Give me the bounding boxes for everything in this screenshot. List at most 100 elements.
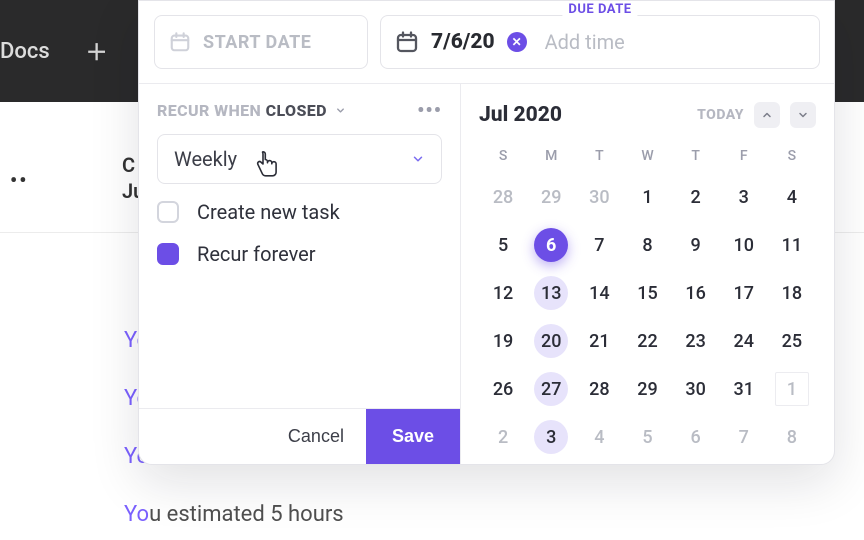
calendar-day-number[interactable]: 27 (534, 372, 568, 406)
calendar-day-cell[interactable]: 4 (768, 178, 816, 216)
calendar-day-cell[interactable]: 2 (479, 418, 527, 456)
calendar-day-cell[interactable]: 16 (672, 274, 720, 312)
checkbox-unchecked-icon[interactable] (157, 201, 179, 223)
docs-tab[interactable]: Docs (0, 29, 68, 74)
calendar-day-number[interactable]: 11 (775, 228, 809, 262)
calendar-day-cell[interactable]: 28 (575, 370, 623, 408)
calendar-day-cell[interactable]: 29 (527, 178, 575, 216)
plus-icon[interactable]: ＋ (86, 35, 108, 67)
calendar-day-number[interactable]: 30 (582, 180, 616, 214)
calendar-day-number[interactable]: 12 (486, 276, 520, 310)
calendar-day-cell[interactable]: 8 (623, 226, 671, 264)
calendar-day-cell[interactable]: 28 (479, 178, 527, 216)
prev-month-button[interactable] (754, 102, 780, 128)
calendar-day-cell[interactable]: 7 (575, 226, 623, 264)
calendar-day-cell[interactable]: 17 (720, 274, 768, 312)
calendar-day-number[interactable]: 24 (727, 324, 761, 358)
next-month-button[interactable] (790, 102, 816, 128)
checkbox-checked-icon[interactable] (157, 243, 179, 265)
calendar-day-number[interactable]: 4 (582, 420, 616, 454)
calendar-day-number[interactable]: 21 (582, 324, 616, 358)
recur-when-label[interactable]: RECUR WHEN CLOSED (157, 101, 346, 120)
calendar-day-cell[interactable]: 25 (768, 322, 816, 360)
add-time-button[interactable]: Add time (545, 30, 625, 54)
calendar-day-number[interactable]: 9 (679, 228, 713, 262)
calendar-day-cell[interactable]: 21 (575, 322, 623, 360)
calendar-day-number[interactable]: 2 (679, 180, 713, 214)
today-button[interactable]: TODAY (697, 107, 744, 123)
calendar-day-number[interactable]: 4 (775, 180, 809, 214)
calendar-day-number[interactable]: 5 (630, 420, 664, 454)
calendar-day-cell[interactable]: 6 (527, 226, 575, 264)
calendar-day-number[interactable]: 18 (775, 276, 809, 310)
start-date-input[interactable]: START DATE (154, 15, 368, 69)
create-new-task-option[interactable]: Create new task (157, 200, 442, 224)
calendar-day-number[interactable]: 8 (630, 228, 664, 262)
recur-forever-option[interactable]: Recur forever (157, 242, 442, 266)
calendar-day-cell[interactable]: 10 (720, 226, 768, 264)
calendar-day-number[interactable]: 16 (679, 276, 713, 310)
calendar-day-cell[interactable]: 24 (720, 322, 768, 360)
cancel-button[interactable]: Cancel (266, 409, 366, 464)
calendar-day-cell[interactable]: 8 (768, 418, 816, 456)
calendar-day-number[interactable]: 7 (582, 228, 616, 262)
calendar-day-cell[interactable]: 7 (720, 418, 768, 456)
calendar-day-number[interactable]: 6 (534, 228, 568, 262)
calendar-day-cell[interactable]: 5 (623, 418, 671, 456)
calendar-day-number[interactable]: 28 (486, 180, 520, 214)
calendar-day-cell[interactable]: 13 (527, 274, 575, 312)
calendar-day-number[interactable]: 29 (630, 372, 664, 406)
calendar-day-number[interactable]: 31 (727, 372, 761, 406)
calendar-day-cell[interactable]: 18 (768, 274, 816, 312)
calendar-day-cell[interactable]: 11 (768, 226, 816, 264)
calendar-day-cell[interactable]: 19 (479, 322, 527, 360)
more-options-icon[interactable]: ••• (417, 98, 442, 122)
calendar-day-cell[interactable]: 26 (479, 370, 527, 408)
calendar-day-cell[interactable]: 22 (623, 322, 671, 360)
calendar-day-number[interactable]: 22 (630, 324, 664, 358)
calendar-day-number[interactable]: 1 (775, 372, 809, 406)
calendar-day-number[interactable]: 10 (727, 228, 761, 262)
calendar-day-cell[interactable]: 3 (527, 418, 575, 456)
clear-due-icon[interactable]: ✕ (507, 32, 527, 52)
calendar-day-cell[interactable]: 3 (720, 178, 768, 216)
calendar-day-cell[interactable]: 23 (672, 322, 720, 360)
calendar-day-number[interactable]: 8 (775, 420, 809, 454)
calendar-day-number[interactable]: 25 (775, 324, 809, 358)
frequency-select[interactable]: Weekly (157, 134, 442, 184)
calendar-day-number[interactable]: 6 (679, 420, 713, 454)
calendar-day-cell[interactable]: 1 (768, 370, 816, 408)
calendar-day-cell[interactable]: 12 (479, 274, 527, 312)
calendar-day-number[interactable]: 3 (727, 180, 761, 214)
calendar-day-number[interactable]: 26 (486, 372, 520, 406)
calendar-day-number[interactable]: 1 (630, 180, 664, 214)
overflow-dots[interactable]: •• (10, 168, 28, 192)
calendar-day-number[interactable]: 15 (630, 276, 664, 310)
calendar-day-number[interactable]: 13 (534, 276, 568, 310)
calendar-day-number[interactable]: 28 (582, 372, 616, 406)
calendar-day-cell[interactable]: 20 (527, 322, 575, 360)
calendar-day-number[interactable]: 5 (486, 228, 520, 262)
calendar-day-cell[interactable]: 6 (672, 418, 720, 456)
calendar-day-cell[interactable]: 14 (575, 274, 623, 312)
calendar-day-number[interactable]: 30 (679, 372, 713, 406)
save-button[interactable]: Save (366, 409, 460, 464)
calendar-day-number[interactable]: 2 (486, 420, 520, 454)
calendar-day-number[interactable]: 7 (727, 420, 761, 454)
calendar-day-cell[interactable]: 27 (527, 370, 575, 408)
calendar-day-cell[interactable]: 30 (575, 178, 623, 216)
calendar-day-cell[interactable]: 1 (623, 178, 671, 216)
calendar-day-cell[interactable]: 4 (575, 418, 623, 456)
calendar-day-cell[interactable]: 29 (623, 370, 671, 408)
calendar-day-number[interactable]: 3 (534, 420, 568, 454)
calendar-day-number[interactable]: 14 (582, 276, 616, 310)
calendar-day-number[interactable]: 29 (534, 180, 568, 214)
calendar-day-cell[interactable]: 15 (623, 274, 671, 312)
calendar-day-cell[interactable]: 30 (672, 370, 720, 408)
calendar-day-number[interactable]: 23 (679, 324, 713, 358)
due-date-input[interactable]: DUE DATE 7/6/20 ✕ Add time (380, 15, 820, 69)
calendar-day-number[interactable]: 19 (486, 324, 520, 358)
calendar-day-number[interactable]: 17 (727, 276, 761, 310)
calendar-day-cell[interactable]: 2 (672, 178, 720, 216)
calendar-day-number[interactable]: 20 (534, 324, 568, 358)
